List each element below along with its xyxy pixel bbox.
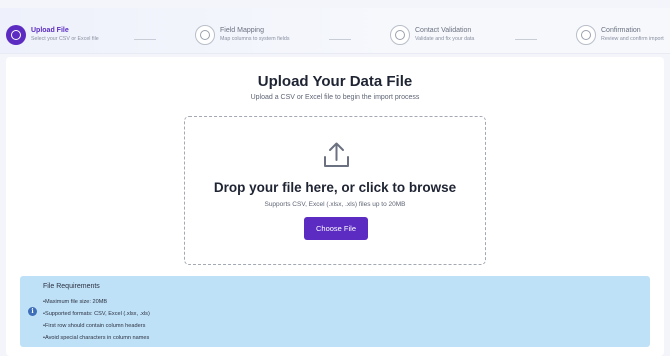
file-dropzone[interactable]: Drop your file here, or click to browse … [184,116,486,265]
step-subtitle: Validate and fix your data [415,35,475,42]
requirement-item: Avoid special characters in column names [43,332,150,344]
step-subtitle: Select your CSV or Excel file [31,35,99,42]
step-title: Upload File [31,27,69,35]
step-connector [329,39,351,40]
upload-icon [324,142,349,167]
page-title: Upload Your Data File [257,73,413,90]
file-requirements-panel: i File Requirements Maximum file size: 2… [20,276,650,347]
info-icon: i [28,307,37,316]
upload-card: Upload Your Data File Upload a CSV or Ex… [6,57,664,356]
step-field-mapping[interactable]: Field Mapping Map columns to system fiel… [195,22,289,48]
step-3-indicator-icon [390,25,410,45]
page-subtitle: Upload a CSV or Excel file to begin the … [250,94,420,101]
step-subtitle: Map columns to system fields [220,35,290,42]
requirements-title: File Requirements [43,283,100,290]
requirements-list: Maximum file size: 20MB Supported format… [43,296,150,344]
choose-file-button[interactable]: Choose File [304,217,368,240]
step-2-indicator-icon [195,25,215,45]
step-contact-validation[interactable]: Contact Validation Validate and fix your… [390,22,474,48]
step-title: Contact Validation [415,27,472,35]
step-title: Field Mapping [220,27,264,35]
step-upload-file[interactable]: Upload File Select your CSV or Excel fil… [6,22,99,48]
requirement-item: Supported formats: CSV, Excel (.xlsx, .x… [43,308,150,320]
requirement-item: First row should contain column headers [43,320,150,332]
step-4-indicator-icon [576,25,596,45]
import-stepper: Upload File Select your CSV or Excel fil… [0,8,670,54]
step-1-indicator-icon [6,25,26,45]
requirement-item: Maximum file size: 20MB [43,296,150,308]
dropzone-support-text: Supports CSV, Excel (.xlsx, .xls) files … [264,201,406,208]
dropzone-title: Drop your file here, or click to browse [213,180,457,195]
step-confirmation[interactable]: Confirmation Review and confirm import [576,22,664,48]
step-connector [134,39,156,40]
step-subtitle: Review and confirm import [601,35,664,42]
step-connector [515,39,537,40]
step-title: Confirmation [601,27,641,35]
